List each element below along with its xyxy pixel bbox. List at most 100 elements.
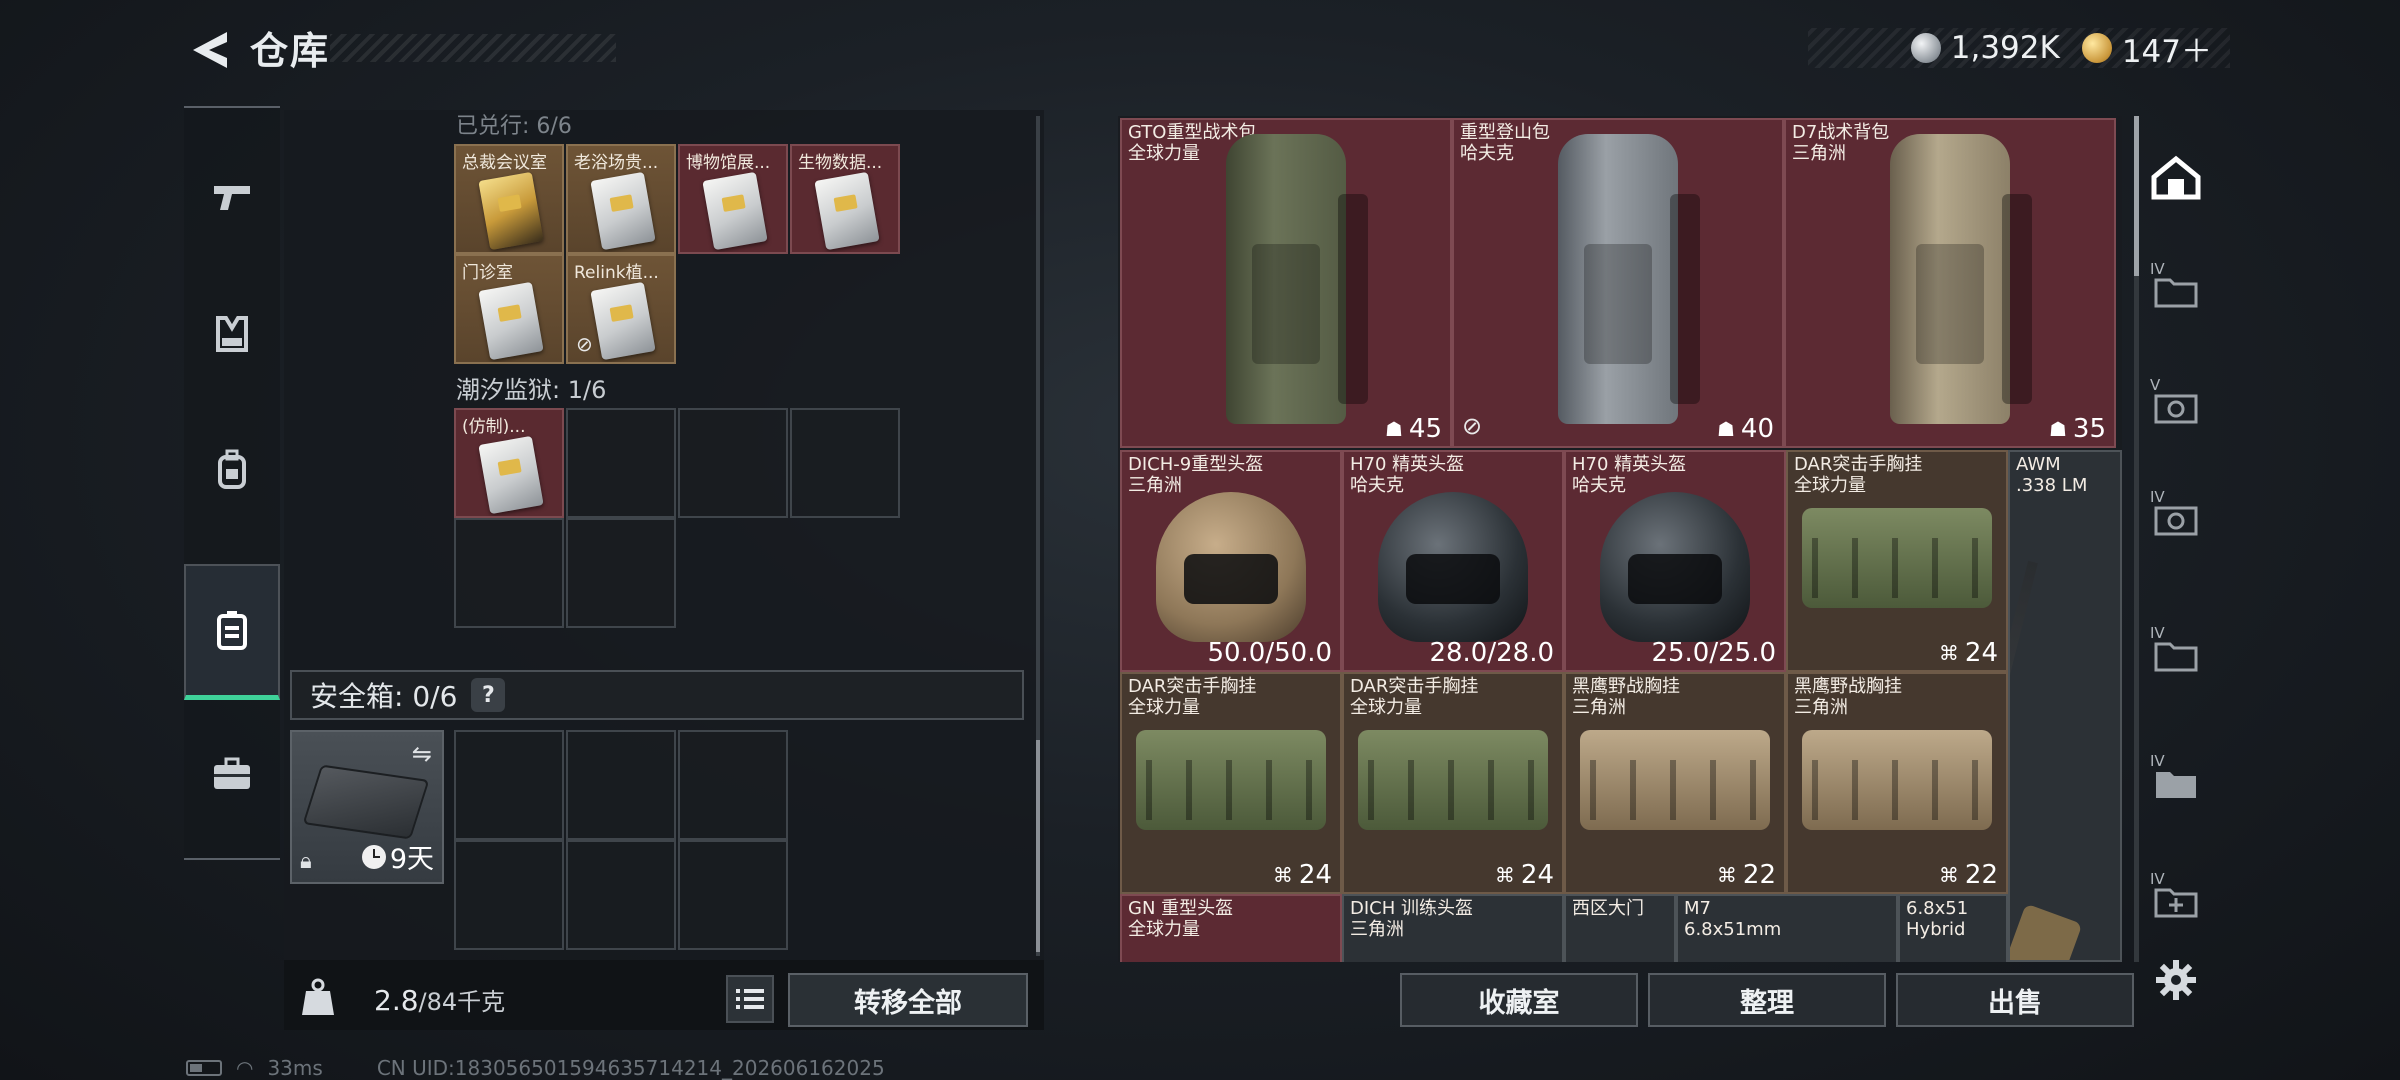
warehouse-icon [2151, 155, 2201, 200]
keycard-slot[interactable]: 生物数据... [790, 144, 900, 254]
safe-slot[interactable] [566, 730, 676, 840]
safe-slot[interactable] [566, 840, 676, 950]
silver-currency[interactable]: 1,392K [1910, 30, 2060, 66]
empty-slot[interactable] [790, 408, 900, 518]
item-helmet[interactable]: DICH-9重型头盔 三角洲 50.0/50.0 [1120, 450, 1342, 672]
item-helmet[interactable]: H70 精英头盔 哈夫克 28.0/28.0 [1342, 450, 1564, 672]
nav-backpack[interactable] [184, 402, 280, 538]
nav-toolbox[interactable] [184, 706, 280, 842]
silver-amount: 1,392K [1950, 30, 2060, 66]
keycard-slot[interactable]: 门诊室 [454, 254, 564, 364]
nav-weapons[interactable] [184, 130, 280, 266]
warehouse-tab-add[interactable]: IV [2144, 844, 2208, 956]
backpack-small-icon: ☗ [1384, 417, 1403, 441]
warehouse-grid: GTO重型战术包 全球力量 ☗ 45 重型登山包 哈夫克 ⊘ ☗ 40 D7战术背包 三角… [1118, 116, 2122, 962]
no-trade-icon: ⊘ [1462, 412, 1483, 440]
safe-slot[interactable] [454, 730, 564, 840]
warehouse-tab-all[interactable] [2144, 122, 2208, 234]
collection-room-button[interactable]: 收藏室 [1400, 973, 1638, 1027]
keycard-slot[interactable]: Relink植... ⊘ [566, 254, 676, 364]
item-chest-rig[interactable]: DAR突击手胸挂 全球力量 ⌘ 24 [1342, 672, 1564, 894]
item-backpack[interactable]: D7战术背包 三角洲 ☗ 35 [1784, 118, 2116, 448]
item-capacity: ⌘ 22 [1938, 860, 1998, 890]
gear-icon [2156, 960, 2196, 1000]
keycard-icon [814, 171, 880, 251]
safe-time-remaining: 9天 [361, 837, 434, 876]
weight-text: 2.8/84千克 [374, 984, 506, 1017]
warehouse-tab-2[interactable]: V [2144, 350, 2208, 462]
vest-small-icon: ⌘ [1938, 863, 1959, 887]
item-durability: 28.0/28.0 [1429, 638, 1554, 668]
uid-text: CN UID:18305650159463571421​4_2026061620… [376, 1056, 885, 1080]
vest-small-icon: ⌘ [1938, 641, 1959, 665]
gold-currency[interactable]: 147＋ [2081, 26, 2212, 71]
item-capacity: ⌘ 22 [1716, 860, 1776, 890]
safe-slot[interactable] [678, 730, 788, 840]
item-capacity: ☗ 40 [1716, 414, 1774, 444]
keycard-slot[interactable]: (仿制)... [454, 408, 564, 518]
chest-rig-image [1358, 730, 1548, 830]
sort-button[interactable]: 整理 [1648, 973, 1886, 1027]
category-nav [184, 106, 280, 860]
item-ammo[interactable]: M7 6.8x51mm [1676, 894, 1898, 962]
warehouse-tab-5[interactable]: IV [2144, 726, 2208, 838]
back-button[interactable] [180, 22, 240, 78]
warehouse-scrollbar-thumb[interactable] [2134, 116, 2139, 276]
item-ammo[interactable]: 6.8x51 Hybrid [1898, 894, 2008, 962]
silver-coin-icon [1910, 33, 1941, 63]
empty-slot[interactable] [454, 518, 564, 628]
lock-icon: 🔒︎ [300, 849, 312, 874]
keycard-slot[interactable]: 老浴场贵... [566, 144, 676, 254]
vest-small-icon: ⌘ [1272, 863, 1293, 887]
item-chest-rig[interactable]: DAR突击手胸挂 全球力量 ⌘ 24 [1786, 450, 2008, 672]
item-durability: 25.0/25.0 [1651, 638, 1776, 668]
item-backpack[interactable]: GTO重型战术包 全球力量 ☗ 45 [1120, 118, 1452, 448]
settings-button[interactable] [2148, 952, 2204, 1008]
camera-folder-icon [2154, 394, 2198, 424]
empty-slot[interactable] [566, 408, 676, 518]
helmet-image [1378, 492, 1528, 642]
warehouse-tab-4[interactable]: IV [2144, 598, 2208, 710]
item-chest-rig[interactable]: 黑鹰野战胸挂 三角洲 ⌘ 22 [1786, 672, 2008, 894]
helmet-image [1156, 492, 1306, 642]
sell-button[interactable]: 出售 [1896, 973, 2134, 1027]
safe-slot[interactable] [678, 840, 788, 950]
no-trade-icon: ⊘ [576, 332, 593, 356]
safe-box-header: 安全箱: 0/6 ? [290, 670, 1024, 720]
clock-icon [361, 844, 386, 869]
item-helmet[interactable]: H70 精英头盔 哈夫克 25.0/25.0 [1564, 450, 1786, 672]
chest-rig-image [1580, 730, 1770, 830]
battery-icon [186, 1060, 222, 1076]
help-icon[interactable]: ? [471, 678, 506, 712]
keycard-slot[interactable]: 博物馆展... [678, 144, 788, 254]
item-chest-rig[interactable]: DAR突击手胸挂 全球力量 ⌘ 24 [1120, 672, 1342, 894]
safe-slot[interactable] [454, 840, 564, 950]
section-header-cut: 已兑行: 6/6 [456, 114, 572, 139]
empty-slot[interactable] [566, 518, 676, 628]
transfer-all-button[interactable]: 转移全部 [788, 973, 1028, 1027]
warehouse-tab-3[interactable]: IV [2144, 462, 2208, 574]
backpack-small-icon: ☗ [1716, 417, 1735, 441]
safe-box-label: 安全箱: 0/6 [310, 680, 458, 713]
item-chest-rig[interactable]: 黑鹰野战胸挂 三角洲 ⌘ 22 [1564, 672, 1786, 894]
vest-small-icon: ⌘ [1494, 863, 1515, 887]
empty-slot[interactable] [678, 408, 788, 518]
nav-armor[interactable] [184, 266, 280, 402]
warehouse-tab-1[interactable]: IV [2144, 234, 2208, 346]
backpack-icon [218, 449, 246, 489]
item-rifle-awm[interactable]: AWM .338 LM [2008, 450, 2122, 962]
list-view-button[interactable] [726, 975, 774, 1023]
item-capacity: ☗ 35 [2048, 414, 2106, 444]
item-helmet[interactable]: DICH 训练头盔 三角洲 [1342, 894, 1564, 962]
item-backpack[interactable]: 重型登山包 哈夫克 ⊘ ☗ 40 [1452, 118, 1784, 448]
swap-icon[interactable]: ⇋ [412, 740, 432, 768]
safe-box-item[interactable]: ⇋ 🔒︎ 9天 [290, 730, 444, 884]
nav-storage[interactable] [184, 564, 280, 700]
item-capacity: ⌘ 24 [1272, 860, 1332, 890]
item-keycard[interactable]: 西区大门 [1564, 894, 1676, 962]
item-helmet[interactable]: GN 重型头盔 全球力量 [1120, 894, 1342, 962]
storage-scrollbar-thumb[interactable] [1036, 740, 1040, 952]
rifle-stock-image [2010, 903, 2083, 960]
gold-coin-icon [2081, 33, 2112, 63]
keycard-slot[interactable]: 总裁会议室 [454, 144, 564, 254]
